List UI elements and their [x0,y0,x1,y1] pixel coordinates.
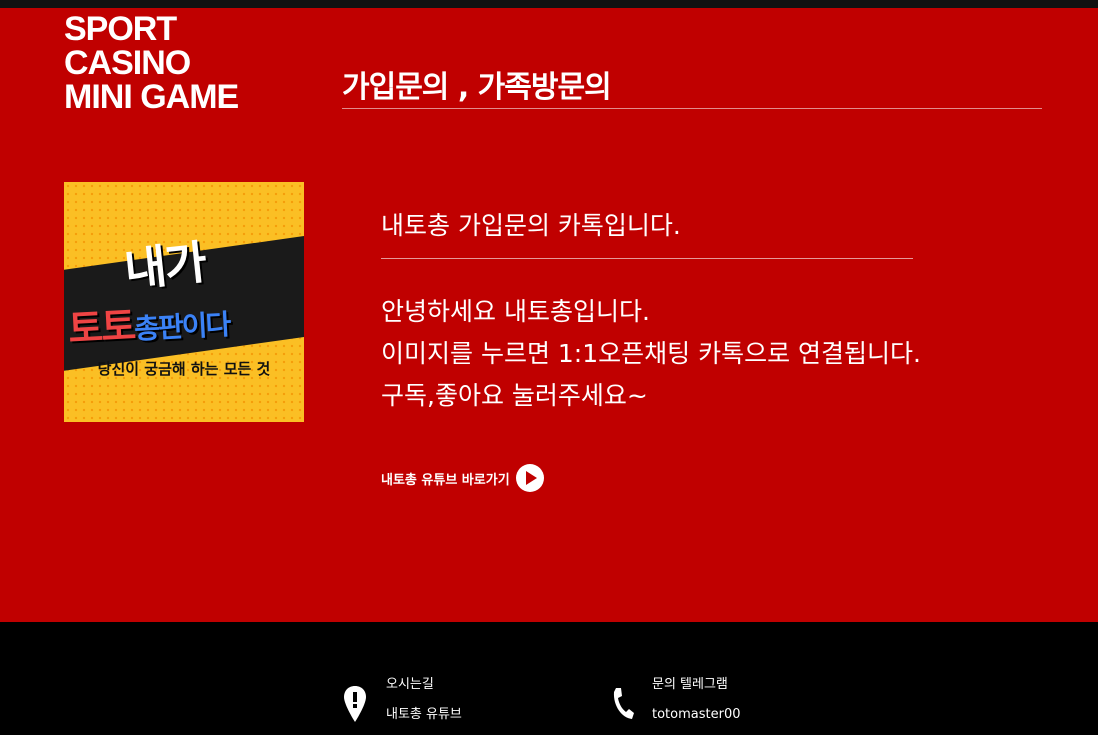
promo-caption: 당신이 궁금해 하는 모든 것 [97,360,271,378]
brand-logo[interactable]: SPORT CASINO MINI GAME [64,10,239,116]
promo-line2: 토토총판이다 [67,290,231,353]
kakao-promo-image[interactable]: 내가 토토총판이다 당신이 궁금해 하는 모든 것 [64,182,304,422]
footer-location[interactable]: 오시는길 내토총 유튜브 [342,676,462,724]
promo-line2-main: 토토 [67,303,136,352]
body-line: 안녕하세요 내토총입니다. [381,297,650,326]
logo-line: SPORT [64,10,177,48]
promo-line1: 내가 [121,234,208,298]
footer-location-label: 오시는길 [386,677,434,692]
promo-line2-accent: 총판이다 [133,307,231,346]
footer-location-value[interactable]: 내토총 유튜브 [386,706,462,724]
footer: 오시는길 내토총 유튜브 문의 텔레그램 totomaster00 [0,622,1098,735]
footer-telegram[interactable]: 문의 텔레그램 totomaster00 [610,676,741,724]
logo-line: MINI GAME [64,78,239,116]
footer-telegram-label: 문의 텔레그램 [652,677,728,692]
content-heading: 내토총 가입문의 카톡입니다. [381,211,681,240]
content-body: 안녕하세요 내토총입니다. 이미지를 누르면 1:1오픈채팅 카톡으로 연결됩니… [381,291,921,417]
play-icon[interactable] [515,464,544,492]
body-line: 구독,좋아요 눌러주세요~ [381,381,648,410]
footer-telegram-value[interactable]: totomaster00 [652,706,741,724]
youtube-link-label: 내토총 유튜브 바로가기 [381,472,510,488]
phone-icon [613,688,634,719]
heading-divider [381,258,913,259]
page-title: 가입문의 , 가족방문의 [342,70,612,105]
main-section: SPORT CASINO MINI GAME 가입문의 , 가족방문의 내가 토… [0,8,1098,622]
youtube-link[interactable]: 내토총 유튜브 바로가기 [381,464,544,492]
title-divider [342,108,1042,109]
logo-line: CASINO [64,44,191,82]
top-bar [0,0,1098,8]
map-pin-icon [344,686,366,722]
body-line: 이미지를 누르면 1:1오픈채팅 카톡으로 연결됩니다. [381,339,921,368]
